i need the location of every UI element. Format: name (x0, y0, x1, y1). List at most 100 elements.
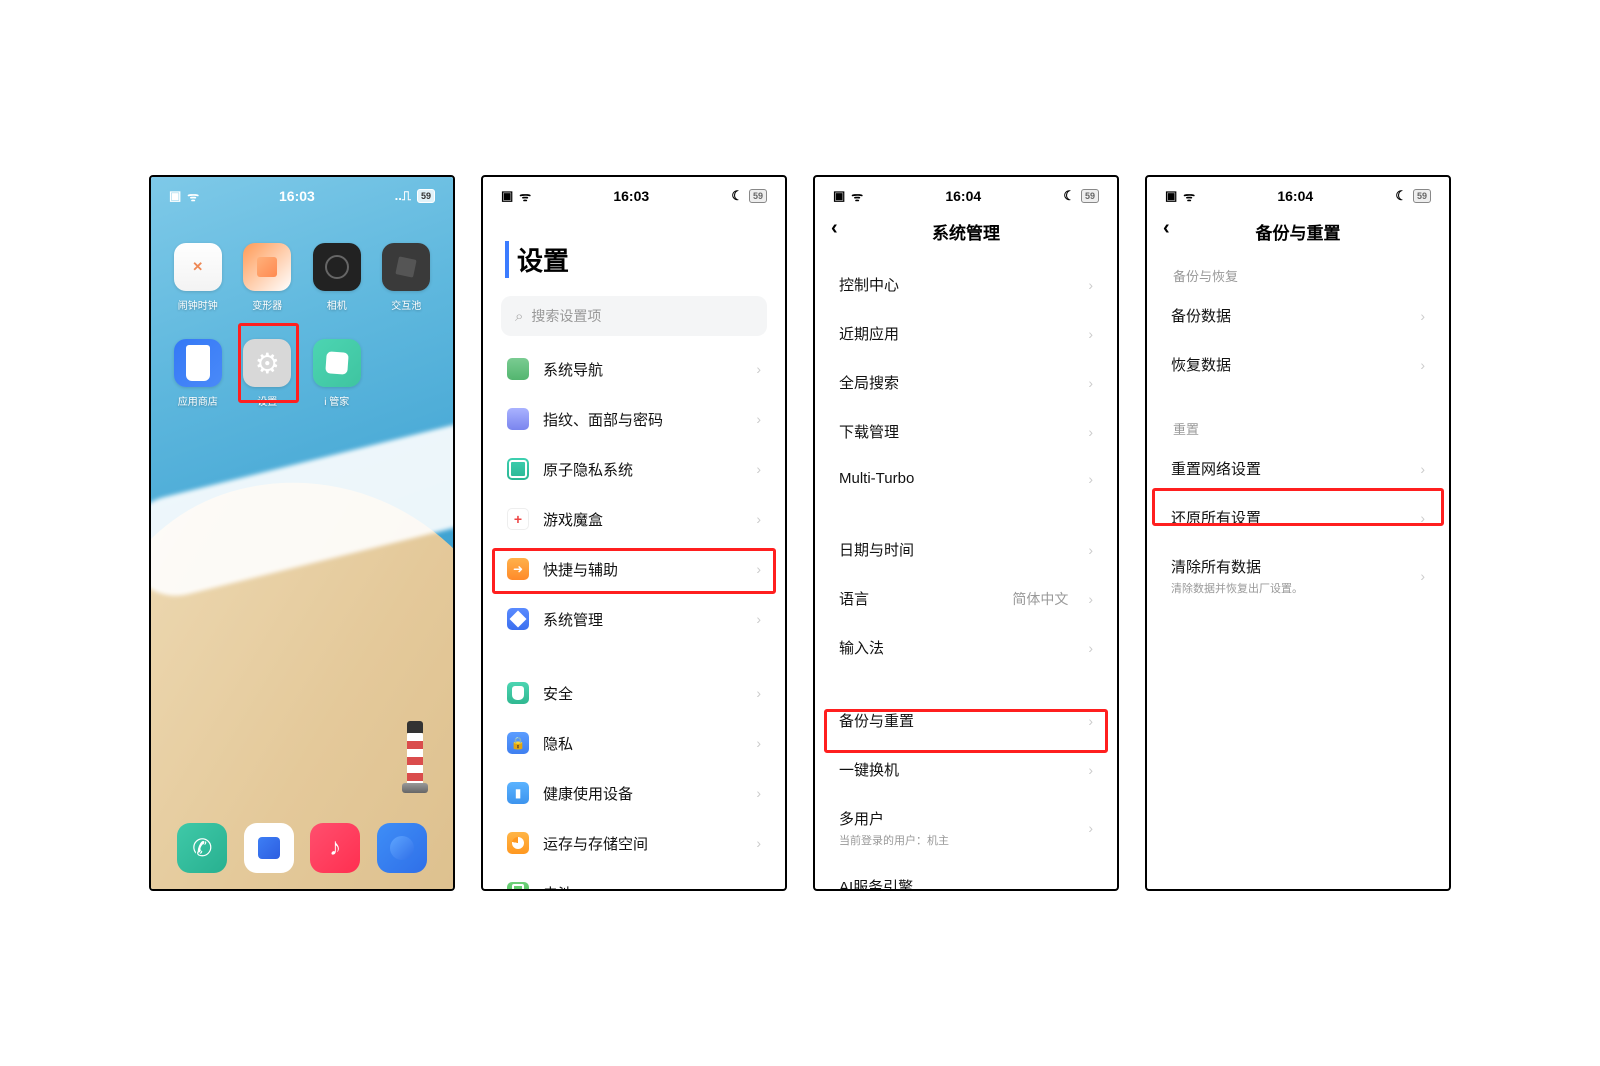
row-system-navigation[interactable]: 系统导航 › (487, 344, 781, 394)
search-input[interactable]: ⌕ 搜索设置项 (501, 296, 767, 336)
row-label: 原子隐私系统 (543, 459, 742, 480)
back-button[interactable]: ‹ (1163, 217, 1170, 240)
row-value: 简体中文 (1012, 589, 1068, 609)
wifi-icon: ᯤ (187, 187, 199, 205)
row-game-box[interactable]: 游戏魔盒 › (487, 494, 781, 544)
app-camera[interactable]: 相机 (308, 243, 366, 327)
section-reset: 重置 (1151, 413, 1445, 444)
moon-icon: ☾ (1395, 188, 1407, 204)
row-backup-reset[interactable]: 备份与重置 › (819, 696, 1113, 745)
row-fingerprint-face-password[interactable]: 指纹、面部与密码 › (487, 394, 781, 444)
row-label: 游戏魔盒 (543, 509, 742, 530)
chevron-right-icon: › (1088, 591, 1093, 607)
chevron-right-icon: › (756, 735, 761, 751)
row-ram-storage[interactable]: 运存与存储空间 › (487, 818, 781, 868)
sim-icon: ▣ (833, 188, 845, 204)
row-language[interactable]: 语言 简体中文 › (819, 574, 1113, 623)
atom-icon (507, 458, 529, 480)
clock-icon (174, 243, 222, 291)
row-label: 日期与时间 (839, 539, 1074, 560)
wifi-icon: ᯤ (1183, 187, 1195, 205)
nav-icon (507, 358, 529, 380)
app-label: 交互池 (391, 297, 421, 312)
fingerprint-icon (507, 408, 529, 430)
phone-pane-system-management: ▣ᯤ 16:04 ☾59 ‹ 系统管理 控制中心 › 近期应用 › 全局搜索 ›… (813, 175, 1119, 891)
chevron-right-icon: › (756, 611, 761, 627)
row-global-search[interactable]: 全局搜索 › (819, 358, 1113, 407)
row-digital-wellbeing[interactable]: 健康使用设备 › (487, 768, 781, 818)
chevron-right-icon: › (1088, 713, 1093, 729)
chevron-right-icon: › (1088, 471, 1093, 487)
status-bar: ▣ᯤ 16:04 ☾59 (1147, 177, 1449, 209)
section-backup-restore: 备份与恢复 (1151, 260, 1445, 291)
dock-messages[interactable] (244, 823, 294, 873)
row-shortcuts-accessibility[interactable]: 快捷与辅助 › (487, 544, 781, 594)
row-input-method[interactable]: 输入法 › (819, 623, 1113, 672)
backup-list: 备份与恢复 备份数据 › 恢复数据 › 重置 重置网络设置 › 还原所有设置 › (1147, 260, 1449, 610)
camera-icon (313, 243, 361, 291)
chevron-right-icon: › (1088, 424, 1093, 440)
row-label: 输入法 (839, 637, 1074, 658)
row-battery[interactable]: 电池 › (487, 868, 781, 891)
row-backup-data[interactable]: 备份数据 › (1151, 291, 1445, 340)
app-store[interactable]: 应用商店 (169, 339, 227, 423)
row-subtitle: 清除数据并恢复出厂设置。 (1171, 580, 1406, 596)
row-label: 全局搜索 (839, 372, 1074, 393)
status-time: 16:04 (1277, 188, 1313, 204)
row-privacy[interactable]: 隐私 › (487, 718, 781, 768)
status-time: 16:03 (279, 188, 315, 204)
row-date-time[interactable]: 日期与时间 › (819, 525, 1113, 574)
row-label: 指纹、面部与密码 (543, 409, 742, 430)
row-reset-all-settings[interactable]: 还原所有设置 › (1151, 493, 1445, 542)
app-label: 变形器 (252, 297, 282, 312)
app-label: 相机 (327, 297, 347, 312)
dock-browser[interactable] (377, 823, 427, 873)
row-control-center[interactable]: 控制中心 › (819, 260, 1113, 309)
row-label: 近期应用 (839, 323, 1074, 344)
app-imanager[interactable]: i 管家 (308, 339, 366, 423)
page-title: 设置 (505, 241, 763, 278)
row-download-management[interactable]: 下载管理 › (819, 407, 1113, 456)
row-system-management[interactable]: 系统管理 › (487, 594, 781, 644)
row-security[interactable]: 安全 › (487, 668, 781, 718)
phone-pane-home: ▣ ᯤ 16:03 ..⎍ 59 闹钟时钟 变形器 相机 (149, 175, 455, 891)
app-settings[interactable]: 设置 (239, 339, 297, 423)
row-easy-share[interactable]: 一键换机 › (819, 745, 1113, 794)
app-transformer[interactable]: 变形器 (239, 243, 297, 327)
battery-indicator: 59 (749, 189, 767, 203)
dock-phone[interactable] (177, 823, 227, 873)
chevron-right-icon: › (1420, 568, 1425, 584)
row-recent-apps[interactable]: 近期应用 › (819, 309, 1113, 358)
row-label: 下载管理 (839, 421, 1074, 442)
search-icon: ⌕ (515, 308, 523, 325)
phone-pane-settings: ▣ᯤ 16:03 ☾59 设置 ⌕ 搜索设置项 系统导航 › 指纹、面部与密码 … (481, 175, 787, 891)
app-label: 设置 (257, 393, 277, 408)
row-atom-privacy[interactable]: 原子隐私系统 › (487, 444, 781, 494)
dock-music[interactable] (310, 823, 360, 873)
row-reset-network-settings[interactable]: 重置网络设置 › (1151, 444, 1445, 493)
row-label: 一键换机 (839, 759, 1074, 780)
status-bar: ▣ᯤ 16:04 ☾59 (815, 177, 1117, 209)
wifi-icon: ᯤ (519, 187, 531, 205)
sim-icon: ▣ (169, 188, 181, 204)
status-bar: ▣ ᯤ 16:03 ..⎍ 59 (151, 177, 453, 209)
row-label: 还原所有设置 (1171, 507, 1406, 528)
chevron-right-icon: › (1088, 820, 1093, 836)
lock-icon (507, 732, 529, 754)
shield-icon (507, 682, 529, 704)
row-restore-data[interactable]: 恢复数据 › (1151, 340, 1445, 389)
app-interaction[interactable]: 交互池 (378, 243, 436, 327)
app-label: i 管家 (324, 393, 349, 408)
back-button[interactable]: ‹ (831, 217, 838, 240)
chevron-right-icon: › (1088, 326, 1093, 342)
chevron-right-icon: › (1088, 762, 1093, 778)
battery-indicator: 59 (417, 189, 435, 203)
row-multi-turbo[interactable]: Multi-Turbo › (819, 456, 1113, 501)
sim-icon: ▣ (501, 188, 513, 204)
row-multi-user[interactable]: 多用户 当前登录的用户：机主 › (819, 794, 1113, 862)
wallpaper-lighthouse (401, 721, 429, 799)
row-ai-engine[interactable]: AI服务引擎 (819, 862, 1113, 891)
wifi-icon: ᯤ (851, 187, 863, 205)
app-clock[interactable]: 闹钟时钟 (169, 243, 227, 327)
row-erase-all-data[interactable]: 清除所有数据 清除数据并恢复出厂设置。 › (1151, 542, 1445, 610)
